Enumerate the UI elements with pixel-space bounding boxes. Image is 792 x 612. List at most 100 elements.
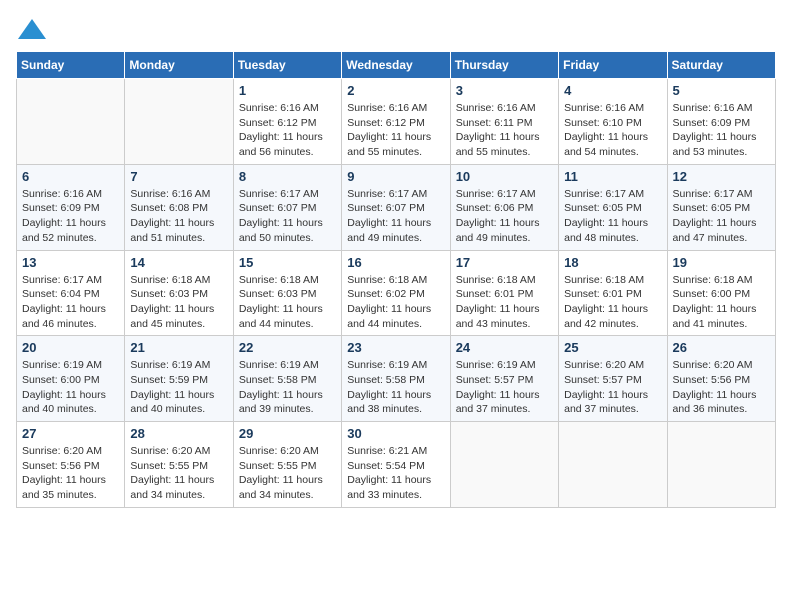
day-info: Sunrise: 6:19 AM Sunset: 6:00 PM Dayligh… (22, 358, 119, 417)
weekday-header: Monday (125, 52, 233, 79)
day-number: 4 (564, 83, 661, 98)
calendar-cell (125, 79, 233, 165)
calendar-cell: 3 Sunrise: 6:16 AM Sunset: 6:11 PM Daylig… (450, 79, 558, 165)
day-number: 7 (130, 169, 227, 184)
calendar-cell: 17Sunrise: 6:18 AM Sunset: 6:01 PM Dayli… (450, 250, 558, 336)
day-number: 8 (239, 169, 336, 184)
calendar-cell: 5 Sunrise: 6:16 AM Sunset: 6:09 PM Daylig… (667, 79, 775, 165)
calendar-cell: 29Sunrise: 6:20 AM Sunset: 5:55 PM Dayli… (233, 422, 341, 508)
day-info: Sunrise: 6:18 AM Sunset: 6:03 PM Dayligh… (130, 273, 227, 332)
day-number: 1 (239, 83, 336, 98)
day-info: Sunrise: 6:20 AM Sunset: 5:56 PM Dayligh… (22, 444, 119, 503)
calendar-cell: 15Sunrise: 6:18 AM Sunset: 6:03 PM Dayli… (233, 250, 341, 336)
calendar-week: 27 Sunrise: 6:20 AM Sunset: 5:56 PM Dayli… (17, 422, 776, 508)
day-number: 21 (130, 340, 227, 355)
calendar-cell: 8 Sunrise: 6:17 AM Sunset: 6:07 PM Daylig… (233, 164, 341, 250)
day-number: 10 (456, 169, 553, 184)
calendar-table: SundayMondayTuesdayWednesdayThursdayFrid… (16, 51, 776, 508)
day-info: Sunrise: 6:19 AM Sunset: 5:58 PM Dayligh… (347, 358, 444, 417)
calendar-cell: 11Sunrise: 6:17 AM Sunset: 6:05 PM Dayli… (559, 164, 667, 250)
day-info: Sunrise: 6:18 AM Sunset: 6:01 PM Dayligh… (564, 273, 661, 332)
day-number: 16 (347, 255, 444, 270)
calendar-cell: 22 Sunrise: 6:19 AM Sunset: 5:58 PM Dayli… (233, 336, 341, 422)
calendar-cell: 10 Sunrise: 6:17 AM Sunset: 6:06 PM Dayli… (450, 164, 558, 250)
calendar-cell (17, 79, 125, 165)
calendar-cell: 20 Sunrise: 6:19 AM Sunset: 6:00 PM Dayli… (17, 336, 125, 422)
day-info: Sunrise: 6:21 AM Sunset: 5:54 PM Dayligh… (347, 444, 444, 503)
day-info: Sunrise: 6:16 AM Sunset: 6:08 PM Dayligh… (130, 187, 227, 246)
weekday-header: Tuesday (233, 52, 341, 79)
calendar-cell: 16Sunrise: 6:18 AM Sunset: 6:02 PM Dayli… (342, 250, 450, 336)
day-number: 29 (239, 426, 336, 441)
calendar-cell: 6 Sunrise: 6:16 AM Sunset: 6:09 PM Daylig… (17, 164, 125, 250)
day-number: 17 (456, 255, 553, 270)
calendar-week: 13 Sunrise: 6:17 AM Sunset: 6:04 PM Dayli… (17, 250, 776, 336)
day-info: Sunrise: 6:16 AM Sunset: 6:09 PM Dayligh… (673, 101, 770, 160)
calendar-cell: 4 Sunrise: 6:16 AM Sunset: 6:10 PM Daylig… (559, 79, 667, 165)
day-number: 6 (22, 169, 119, 184)
day-number: 11 (564, 169, 661, 184)
day-number: 20 (22, 340, 119, 355)
day-info: Sunrise: 6:18 AM Sunset: 6:00 PM Dayligh… (673, 273, 770, 332)
calendar-cell (559, 422, 667, 508)
day-number: 26 (673, 340, 770, 355)
weekday-header: Saturday (667, 52, 775, 79)
day-number: 5 (673, 83, 770, 98)
calendar-week: 20 Sunrise: 6:19 AM Sunset: 6:00 PM Dayli… (17, 336, 776, 422)
day-number: 25 (564, 340, 661, 355)
calendar-cell: 21 Sunrise: 6:19 AM Sunset: 5:59 PM Dayli… (125, 336, 233, 422)
day-info: Sunrise: 6:16 AM Sunset: 6:10 PM Dayligh… (564, 101, 661, 160)
calendar-cell: 24 Sunrise: 6:19 AM Sunset: 5:57 PM Dayli… (450, 336, 558, 422)
day-number: 27 (22, 426, 119, 441)
page-header (16, 16, 776, 39)
day-number: 12 (673, 169, 770, 184)
day-number: 19 (673, 255, 770, 270)
calendar-cell: 13 Sunrise: 6:17 AM Sunset: 6:04 PM Dayli… (17, 250, 125, 336)
day-info: Sunrise: 6:16 AM Sunset: 6:11 PM Dayligh… (456, 101, 553, 160)
day-number: 18 (564, 255, 661, 270)
day-info: Sunrise: 6:20 AM Sunset: 5:57 PM Dayligh… (564, 358, 661, 417)
day-info: Sunrise: 6:19 AM Sunset: 5:57 PM Dayligh… (456, 358, 553, 417)
day-info: Sunrise: 6:20 AM Sunset: 5:56 PM Dayligh… (673, 358, 770, 417)
calendar-cell: 12 Sunrise: 6:17 AM Sunset: 6:05 PM Dayli… (667, 164, 775, 250)
day-number: 13 (22, 255, 119, 270)
day-number: 3 (456, 83, 553, 98)
calendar-cell: 19 Sunrise: 6:18 AM Sunset: 6:00 PM Dayli… (667, 250, 775, 336)
calendar-cell: 9 Sunrise: 6:17 AM Sunset: 6:07 PM Daylig… (342, 164, 450, 250)
calendar-cell: 30Sunrise: 6:21 AM Sunset: 5:54 PM Dayli… (342, 422, 450, 508)
day-number: 9 (347, 169, 444, 184)
weekday-header: Thursday (450, 52, 558, 79)
logo-icon (18, 19, 46, 39)
calendar-cell: 18 Sunrise: 6:18 AM Sunset: 6:01 PM Dayli… (559, 250, 667, 336)
calendar-cell: 25 Sunrise: 6:20 AM Sunset: 5:57 PM Dayli… (559, 336, 667, 422)
calendar-header: SundayMondayTuesdayWednesdayThursdayFrid… (17, 52, 776, 79)
day-number: 14 (130, 255, 227, 270)
day-info: Sunrise: 6:19 AM Sunset: 5:59 PM Dayligh… (130, 358, 227, 417)
weekday-header: Friday (559, 52, 667, 79)
day-info: Sunrise: 6:17 AM Sunset: 6:05 PM Dayligh… (673, 187, 770, 246)
calendar-cell: 28Sunrise: 6:20 AM Sunset: 5:55 PM Dayli… (125, 422, 233, 508)
day-number: 24 (456, 340, 553, 355)
calendar-cell: 14 Sunrise: 6:18 AM Sunset: 6:03 PM Dayli… (125, 250, 233, 336)
calendar-cell: 2Sunrise: 6:16 AM Sunset: 6:12 PM Daylig… (342, 79, 450, 165)
day-number: 22 (239, 340, 336, 355)
day-info: Sunrise: 6:17 AM Sunset: 6:07 PM Dayligh… (239, 187, 336, 246)
calendar-week: 1 Sunrise: 6:16 AM Sunset: 6:12 PM Daylig… (17, 79, 776, 165)
day-info: Sunrise: 6:16 AM Sunset: 6:09 PM Dayligh… (22, 187, 119, 246)
calendar-cell (667, 422, 775, 508)
weekday-header: Sunday (17, 52, 125, 79)
day-info: Sunrise: 6:16 AM Sunset: 6:12 PM Dayligh… (347, 101, 444, 160)
calendar-cell (450, 422, 558, 508)
day-info: Sunrise: 6:17 AM Sunset: 6:07 PM Dayligh… (347, 187, 444, 246)
day-info: Sunrise: 6:20 AM Sunset: 5:55 PM Dayligh… (130, 444, 227, 503)
day-info: Sunrise: 6:19 AM Sunset: 5:58 PM Dayligh… (239, 358, 336, 417)
day-info: Sunrise: 6:17 AM Sunset: 6:06 PM Dayligh… (456, 187, 553, 246)
weekday-header: Wednesday (342, 52, 450, 79)
logo-text (16, 16, 46, 39)
calendar-cell: 1 Sunrise: 6:16 AM Sunset: 6:12 PM Daylig… (233, 79, 341, 165)
day-info: Sunrise: 6:17 AM Sunset: 6:04 PM Dayligh… (22, 273, 119, 332)
logo (16, 16, 46, 39)
day-info: Sunrise: 6:16 AM Sunset: 6:12 PM Dayligh… (239, 101, 336, 160)
calendar-cell: 26 Sunrise: 6:20 AM Sunset: 5:56 PM Dayli… (667, 336, 775, 422)
calendar-cell: 27 Sunrise: 6:20 AM Sunset: 5:56 PM Dayli… (17, 422, 125, 508)
